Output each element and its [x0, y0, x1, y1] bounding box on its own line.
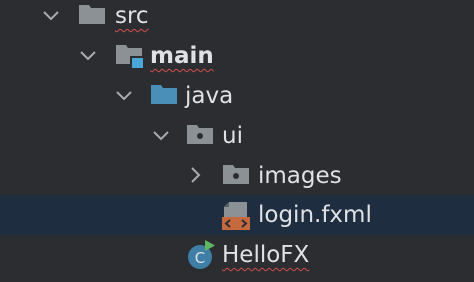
java-class-run-icon: C [185, 239, 217, 275]
tree-item-label: ui [222, 123, 243, 149]
chevron-down-icon[interactable] [150, 125, 172, 147]
tree-item-label: main [150, 43, 214, 69]
java-source-folder-icon [150, 82, 178, 110]
chevron-right-icon[interactable] [185, 164, 207, 186]
tree-item-main[interactable]: main [0, 36, 474, 76]
tree-item-label: login.fxml [258, 202, 372, 228]
tree-item-label: java [185, 83, 234, 109]
project-tree: src main java ui images login.fxml C Hel… [0, 0, 474, 282]
package-icon [222, 162, 250, 190]
tree-item-label: HelloFX [222, 242, 310, 268]
package-icon [186, 122, 214, 150]
tree-item-images[interactable]: images [0, 156, 474, 196]
chevron-down-icon[interactable] [77, 45, 99, 67]
tree-item-java[interactable]: java [0, 76, 474, 116]
tree-item-ui[interactable]: ui [0, 116, 474, 156]
tree-item-src[interactable]: src [0, 0, 474, 36]
tree-item-label: src [115, 3, 149, 29]
tree-item-label: images [258, 163, 342, 189]
fxml-file-icon [221, 200, 251, 236]
svg-text:C: C [195, 249, 205, 267]
chevron-down-icon[interactable] [113, 85, 135, 107]
tree-item-hellofx[interactable]: C HelloFX [0, 235, 474, 275]
tree-item-login-fxml[interactable]: login.fxml [0, 195, 474, 235]
source-root-folder-icon [115, 42, 147, 74]
chevron-down-icon[interactable] [40, 5, 62, 27]
folder-icon [78, 2, 106, 30]
